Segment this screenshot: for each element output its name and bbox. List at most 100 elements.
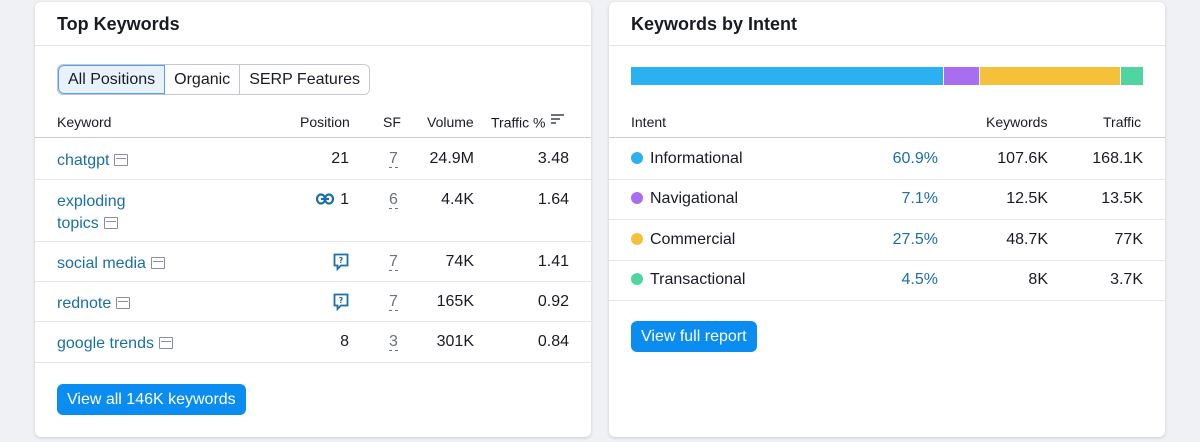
col-keyword[interactable]: Keyword [57, 114, 111, 130]
position-cell: 8 [269, 333, 349, 351]
traffic-cell: 0.92 [537, 293, 569, 310]
svg-text:?: ? [339, 256, 344, 265]
col-sf[interactable]: SF [383, 114, 401, 130]
keyword-link[interactable]: social media [57, 255, 146, 272]
intent-percent[interactable]: 60.9% [858, 150, 938, 168]
volume-cell: 4.4K [441, 191, 474, 208]
position-value: 8 [340, 333, 349, 350]
intent-percent[interactable]: 4.5% [858, 271, 938, 289]
card-header: Top Keywords [35, 2, 591, 46]
serp-snapshot-icon[interactable] [114, 154, 129, 166]
intent-percent[interactable]: 27.5% [858, 231, 938, 249]
col-position[interactable]: Position [300, 114, 350, 130]
tab-organic[interactable]: Organic [165, 65, 241, 94]
intent-traffic: 13.5K [1101, 190, 1143, 208]
card-header: Keywords by Intent [609, 2, 1165, 46]
table-row: Navigational 7.1% 12.5K 13.5K [609, 179, 1165, 221]
intent-bar-segment[interactable] [631, 67, 943, 85]
card-title: Top Keywords [57, 14, 180, 34]
table-row: chatgpt 21 7 24.9M 3.48 [35, 139, 591, 180]
position-cell: 21 [269, 150, 349, 168]
keyword-link[interactable]: chatgpt [57, 152, 109, 169]
intent-cell: Commercial [631, 231, 735, 249]
position-filter-tabs: All Positions Organic SERP Features [57, 64, 371, 95]
table-row: exploding topics 1 6 4.4K 1.64 [35, 180, 591, 242]
serp-snapshot-icon[interactable] [158, 337, 173, 349]
intent-keywords: 48.7K [1006, 230, 1048, 248]
card-title: Keywords by Intent [631, 14, 798, 34]
intent-name: Commercial [650, 230, 736, 248]
volume-cell: 165K [436, 293, 474, 310]
top-keywords-card: Top Keywords All Positions Organic SERP … [35, 2, 591, 437]
position-value: 21 [331, 150, 349, 167]
traffic-cell: 1.64 [537, 191, 569, 208]
intent-distribution-bar [631, 67, 1143, 85]
position-value: 1 [340, 191, 349, 208]
table-row: rednote? 7 165K 0.92 [35, 282, 591, 322]
intent-keywords: 8K [1028, 270, 1048, 288]
keywords-table-header: Keyword Position SF Volume Traffic % [35, 106, 591, 138]
keyword-cell: social media [57, 253, 165, 275]
intent-name: Navigational [650, 190, 739, 208]
intent-keywords: 107.6K [997, 150, 1048, 167]
col-traffic[interactable]: Traffic % [491, 114, 565, 131]
intent-percent[interactable]: 7.1% [858, 190, 938, 208]
keywords-by-intent-card: Keywords by Intent Intent Keywords Traff… [609, 2, 1165, 437]
volume-cell: 301K [436, 333, 474, 350]
intent-color-dot [631, 272, 643, 285]
intent-bar-segment[interactable] [942, 67, 980, 85]
keyword-link[interactable]: rednote [57, 295, 111, 312]
intent-bar-segment[interactable] [979, 67, 1120, 85]
intent-name: Transactional [650, 270, 746, 288]
intent-name: Informational [650, 150, 743, 167]
intent-cell: Transactional [631, 271, 745, 289]
tab-serp-features[interactable]: SERP Features [240, 65, 370, 94]
intent-cell: Informational [631, 150, 743, 168]
keyword-link-line2[interactable]: topics [57, 215, 99, 232]
intent-color-dot [631, 192, 643, 205]
table-row: social media? 7 74K 1.41 [35, 242, 591, 282]
position-cell: ? [269, 253, 349, 273]
intent-traffic: 3.7K [1110, 270, 1143, 288]
traffic-cell: 1.41 [537, 253, 569, 270]
serp-snapshot-icon[interactable] [103, 217, 118, 229]
keyword-cell: rednote [57, 293, 131, 315]
intent-cell: Navigational [631, 190, 738, 208]
sort-icon[interactable] [551, 114, 565, 127]
intent-traffic: 168.1K [1092, 150, 1143, 167]
link-icon [315, 193, 335, 205]
traffic-cell: 3.48 [537, 150, 569, 167]
view-all-keywords-button[interactable]: View all 146K keywords [57, 384, 246, 415]
keyword-cell: chatgpt [57, 150, 129, 172]
view-full-report-button[interactable]: View full report [631, 321, 757, 352]
serp-snapshot-icon[interactable] [116, 297, 131, 309]
intent-bar-segment[interactable] [1119, 67, 1143, 85]
table-row: google trends 8 3 301K 0.84 [35, 322, 591, 363]
col-keywords: Keywords [986, 114, 1048, 130]
intent-traffic: 77K [1114, 230, 1143, 248]
svg-text:?: ? [339, 296, 344, 305]
intent-keywords: 12.5K [1006, 190, 1048, 208]
volume-cell: 74K [445, 253, 474, 270]
col-intent: Intent [631, 114, 667, 130]
serp-snapshot-icon[interactable] [150, 257, 165, 269]
keyword-link[interactable]: exploding [57, 193, 126, 210]
col-volume[interactable]: Volume [427, 114, 474, 130]
intent-table-header: Intent Keywords Traffic [609, 106, 1165, 138]
keyword-link[interactable]: google trends [57, 335, 154, 352]
keyword-cell: google trends [57, 333, 173, 355]
volume-cell: 24.9M [429, 150, 474, 167]
table-row: Commercial 27.5% 48.7K 77K [609, 220, 1165, 261]
col-traffic-label: Traffic % [491, 114, 546, 131]
col-traffic: Traffic [1103, 114, 1142, 130]
position-cell: ? [269, 293, 349, 313]
question-bubble-icon: ? [333, 293, 349, 312]
intent-color-dot [631, 232, 643, 245]
traffic-cell: 0.84 [537, 333, 569, 350]
tab-all-positions[interactable]: All Positions [58, 65, 166, 94]
intent-color-dot [631, 152, 643, 164]
table-row: Transactional 4.5% 8K 3.7K [609, 260, 1165, 301]
table-row: Informational 60.9% 107.6K 168.1K [609, 139, 1165, 180]
position-cell: 1 [269, 191, 349, 209]
keyword-cell: exploding topics [57, 191, 126, 235]
